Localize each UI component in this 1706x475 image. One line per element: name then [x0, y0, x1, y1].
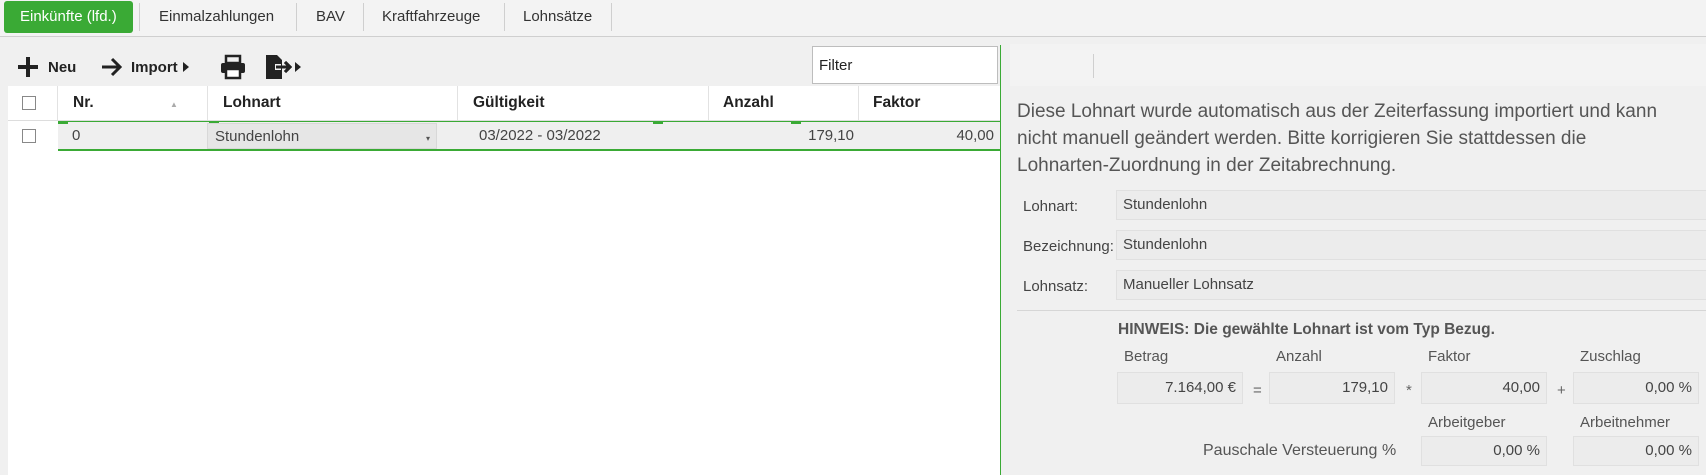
table-row[interactable]: 0 Stundenlohn ▾ 03/2022 - 03/2022 179,10… — [8, 121, 1000, 151]
tab-divider — [504, 3, 505, 31]
cell-marker — [653, 122, 663, 124]
cell-marker — [791, 122, 801, 124]
zuschlag-label: Zuschlag — [1580, 348, 1641, 365]
hinweis-text: HINWEIS: Die gewählte Lohnart ist vom Ty… — [1118, 321, 1495, 338]
lohnsatz-label: Lohnsatz: — [1023, 278, 1089, 295]
lohnart-field: Stundenlohn — [1116, 190, 1706, 220]
column-header-lohnart[interactable]: Lohnart — [223, 86, 281, 120]
betrag-field: 7.164,00 € — [1117, 372, 1243, 404]
cell-nr[interactable]: 0 — [72, 122, 80, 150]
bezeichnung-label: Bezeichnung: — [1023, 238, 1114, 255]
export-button[interactable] — [264, 54, 301, 80]
lohnart-label: Lohnart: — [1023, 198, 1079, 215]
detail-panel: Diese Lohnart wurde automatisch aus der … — [1010, 44, 1706, 475]
cell-faktor[interactable]: 40,00 — [858, 122, 994, 150]
arbeitgeber-label: Arbeitgeber — [1428, 414, 1506, 431]
arbeitnehmer-label: Arbeitnehmer — [1580, 414, 1671, 431]
bezeichnung-field: Stundenlohn — [1116, 230, 1706, 260]
caret-right-icon — [182, 62, 189, 72]
caret-right-icon — [295, 62, 301, 72]
column-divider — [708, 86, 709, 120]
column-header-anzahl[interactable]: Anzahl — [723, 86, 774, 120]
select-all-checkbox[interactable] — [22, 96, 36, 110]
tab-bar: Einkünfte (lfd.) Einmalzahlungen BAV Kra… — [0, 0, 1706, 37]
anzahl-field: 179,10 — [1269, 372, 1395, 404]
detail-toolbar — [1010, 44, 1706, 86]
tab-divider — [363, 3, 364, 31]
column-header-faktor[interactable]: Faktor — [873, 86, 920, 120]
zuschlag-field: 0,00 % — [1573, 372, 1699, 404]
lohnart-dropdown[interactable]: Stundenlohn ▾ — [207, 123, 437, 149]
tab-einmalzahlungen[interactable]: Einmalzahlungen — [143, 0, 290, 34]
multiply-sign: * — [1406, 382, 1412, 399]
panel-splitter[interactable] — [1000, 45, 1001, 475]
faktor-field: 40,00 — [1421, 372, 1547, 404]
wage-types-grid: Nr. ▲ Lohnart Gültigkeit Anzahl Faktor 0… — [8, 86, 1000, 475]
column-divider — [207, 86, 208, 120]
arbeitnehmer-field: 0,00 % — [1573, 436, 1699, 466]
import-button-label: Import — [131, 58, 178, 76]
cell-anzahl[interactable]: 179,10 — [708, 122, 854, 150]
column-header-nr[interactable]: Nr. — [73, 86, 94, 120]
import-notice: Diese Lohnart wurde automatisch aus der … — [1017, 101, 1658, 176]
print-button[interactable] — [220, 54, 246, 80]
sort-ascending-icon: ▲ — [170, 100, 178, 109]
percent-sign: % — [1382, 442, 1397, 459]
filter-input[interactable] — [812, 46, 998, 84]
column-header-gueltigkeit[interactable]: Gültigkeit — [473, 86, 544, 120]
cell-gueltigkeit[interactable]: 03/2022 - 03/2022 — [479, 122, 601, 150]
faktor-label: Faktor — [1428, 348, 1471, 365]
plus-icon — [16, 55, 40, 79]
pauschale-label: Pauschale Versteuerung — [1203, 442, 1378, 459]
column-divider — [858, 86, 859, 120]
import-button[interactable]: Import — [100, 54, 189, 80]
betrag-label: Betrag — [1124, 348, 1169, 365]
equals-sign: = — [1253, 382, 1262, 399]
lohnsatz-field: Manueller Lohnsatz — [1116, 270, 1706, 300]
tab-divider — [296, 3, 297, 31]
new-button[interactable]: Neu — [16, 54, 76, 80]
tab-kraftfahrzeuge[interactable]: Kraftfahrzeuge — [366, 0, 496, 34]
arrow-right-icon — [100, 55, 124, 79]
column-divider — [57, 86, 58, 120]
column-divider — [457, 86, 458, 120]
tab-einkuenfte[interactable]: Einkünfte (lfd.) — [4, 1, 133, 33]
new-button-label: Neu — [48, 58, 77, 76]
cell-marker — [58, 122, 68, 124]
tab-bav[interactable]: BAV — [300, 0, 361, 34]
chevron-down-icon: ▾ — [425, 134, 430, 143]
anzahl-label: Anzahl — [1276, 348, 1322, 365]
grid-header: Nr. ▲ Lohnart Gültigkeit Anzahl Faktor — [8, 86, 1000, 121]
plus-sign: + — [1557, 382, 1566, 399]
arbeitgeber-field: 0,00 % — [1421, 436, 1547, 466]
file-export-icon — [264, 54, 292, 80]
tab-divider — [139, 3, 140, 31]
tab-divider — [611, 3, 612, 31]
toolbar-divider — [1093, 54, 1094, 78]
divider — [1017, 310, 1706, 311]
row-checkbox[interactable] — [22, 129, 36, 143]
lohnart-value: Stundenlohn — [215, 128, 300, 145]
tab-lohnsaetze[interactable]: Lohnsätze — [507, 0, 608, 34]
row-content: 0 Stundenlohn ▾ 03/2022 - 03/2022 179,10… — [58, 121, 1000, 151]
printer-icon — [220, 54, 246, 80]
